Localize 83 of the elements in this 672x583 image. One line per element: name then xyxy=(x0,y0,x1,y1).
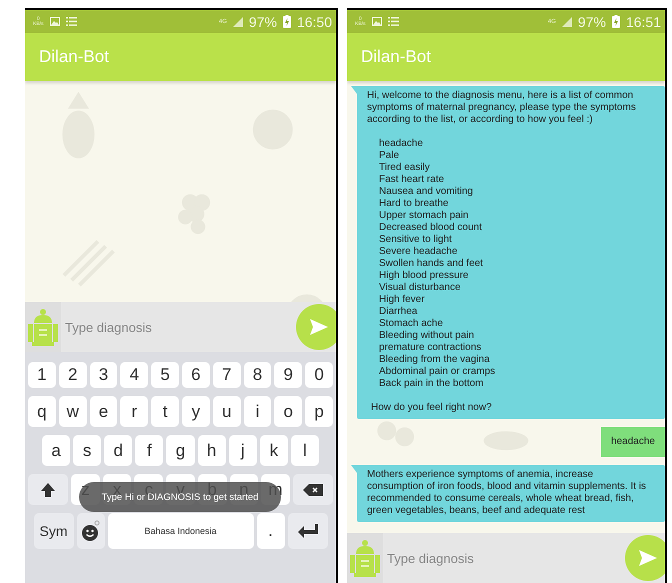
shift-arrow-icon xyxy=(40,482,56,498)
robot-icon xyxy=(350,538,380,578)
clock-time: 16:51 xyxy=(626,14,661,30)
symptom-item: Nausea and vomiting xyxy=(379,186,474,198)
symptom-item: High fever xyxy=(379,294,426,306)
key[interactable]: 0 xyxy=(305,362,333,388)
symptom-item: Sensitive to light xyxy=(379,234,453,246)
image-icon xyxy=(50,17,60,26)
robot-icon xyxy=(28,307,58,347)
key[interactable]: 5 xyxy=(151,362,179,388)
symptom-item: Hard to breathe xyxy=(379,198,450,210)
key[interactable]: 1 xyxy=(28,362,56,388)
backspace-key[interactable] xyxy=(292,474,333,505)
symptom-item: Swollen hands and feet xyxy=(379,258,484,270)
symptom-item: Visual disturbance xyxy=(379,282,462,294)
send-icon xyxy=(639,550,657,566)
battery-charging-icon xyxy=(282,15,291,28)
emoji-key[interactable] xyxy=(76,513,104,549)
symptom-item: Upper stomach pain xyxy=(379,210,470,222)
key[interactable]: k xyxy=(260,435,288,466)
key[interactable]: 3 xyxy=(90,362,118,388)
key[interactable]: w xyxy=(58,396,87,427)
smiley-icon xyxy=(82,520,100,542)
clock-time: 16:50 xyxy=(296,14,332,30)
list-icon xyxy=(66,17,77,26)
app-title: Dilan-Bot xyxy=(39,47,109,67)
key[interactable]: l xyxy=(290,435,319,466)
symptom-item: Diarrhea xyxy=(379,306,418,318)
symbols-key[interactable]: Sym xyxy=(34,513,74,549)
message-text: Mothers experience symptoms of anemia, increase consumption of iron foods, blood and vitamin supplements. It is recommended to consume cereals, whole wheat bread, fish, green vegetables, beans, beef and adequate rest xyxy=(367,469,647,517)
symptom-item: Severe headache xyxy=(379,246,458,258)
key[interactable]: 9 xyxy=(274,362,302,388)
send-icon xyxy=(310,319,328,335)
signal-icon xyxy=(562,16,572,26)
key[interactable]: g xyxy=(166,435,195,466)
key[interactable]: s xyxy=(73,435,102,466)
key[interactable]: q xyxy=(28,396,56,427)
key[interactable]: t xyxy=(151,396,179,427)
key[interactable]: d xyxy=(104,435,132,466)
enter-arrow-icon xyxy=(298,524,318,538)
list-icon xyxy=(388,17,399,26)
message-question: How do you feel right now? xyxy=(371,402,493,414)
symptom-item: Back pain in the bottom xyxy=(379,378,485,390)
symptom-item: Fast heart rate xyxy=(379,174,446,186)
key[interactable]: j xyxy=(228,435,257,466)
battery-percent: 97% xyxy=(578,14,606,30)
symptom-item: Pale xyxy=(379,150,400,162)
image-icon xyxy=(372,17,382,26)
key[interactable]: 8 xyxy=(244,362,272,388)
app-title: Dilan-Bot xyxy=(361,47,431,67)
symptom-item: Stomach ache xyxy=(379,318,444,330)
key[interactable]: i xyxy=(244,396,272,427)
shift-key[interactable] xyxy=(28,474,68,505)
symptom-item: headache xyxy=(379,138,424,150)
signal-icon xyxy=(232,16,243,26)
key[interactable]: e xyxy=(90,396,118,427)
user-message: headache xyxy=(601,427,665,457)
key[interactable]: r xyxy=(120,396,148,427)
key[interactable]: . xyxy=(256,513,284,549)
key[interactable]: f xyxy=(135,435,164,466)
key[interactable]: u xyxy=(212,396,241,427)
symptom-item: Bleeding without pain xyxy=(379,330,476,342)
backspace-icon xyxy=(302,484,323,496)
key[interactable]: o xyxy=(274,396,302,427)
symptom-item: High blood pressure xyxy=(379,270,470,282)
enter-key[interactable] xyxy=(288,513,328,549)
symptom-item: Tired easily xyxy=(379,162,431,174)
symptom-item: Bleeding from the vagina xyxy=(379,354,491,366)
key[interactable]: y xyxy=(182,396,210,427)
key[interactable]: 7 xyxy=(212,362,241,388)
symptom-item: Decreased blood count xyxy=(379,222,483,234)
key[interactable]: 4 xyxy=(120,362,148,388)
space-key[interactable]: Bahasa Indonesia xyxy=(108,513,254,549)
key[interactable]: p xyxy=(305,396,333,427)
battery-percent: 97% xyxy=(248,14,277,30)
key[interactable]: a xyxy=(42,435,70,466)
message-text: Hi, welcome to the diagnosis menu, here is a list of common symptoms of maternal pregnancy, please type the symptoms according to the list, or according to how you feel :) xyxy=(367,90,637,126)
key[interactable]: 2 xyxy=(58,362,87,388)
symptom-item: premature contractions xyxy=(379,342,482,354)
key[interactable]: h xyxy=(198,435,226,466)
symptom-item: Abdominal pain or cramps xyxy=(379,366,496,378)
battery-charging-icon xyxy=(612,15,620,28)
key[interactable]: 6 xyxy=(182,362,210,388)
